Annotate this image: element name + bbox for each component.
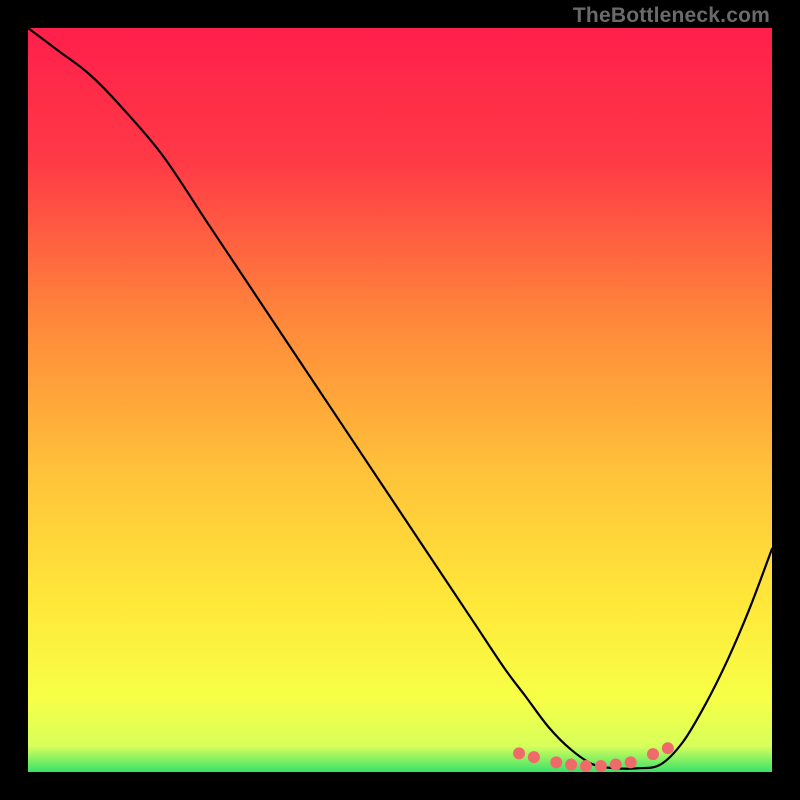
plot-area [28, 28, 772, 772]
sweet-spot-dot [662, 742, 674, 754]
watermark-text: TheBottleneck.com [573, 4, 770, 28]
sweet-spot-dot [565, 759, 577, 771]
sweet-spot-dot [513, 747, 525, 759]
sweet-spot-dot [647, 748, 659, 760]
sweet-spot-dot [625, 756, 637, 768]
sweet-spot-dot [580, 760, 592, 772]
sweet-spot-dot [595, 760, 607, 772]
sweet-spot-dot [610, 759, 622, 771]
bottleneck-curve [28, 28, 772, 772]
chart-container: TheBottleneck.com [0, 0, 800, 800]
sweet-spot-dot [528, 751, 540, 763]
sweet-spot-dot [550, 756, 562, 768]
